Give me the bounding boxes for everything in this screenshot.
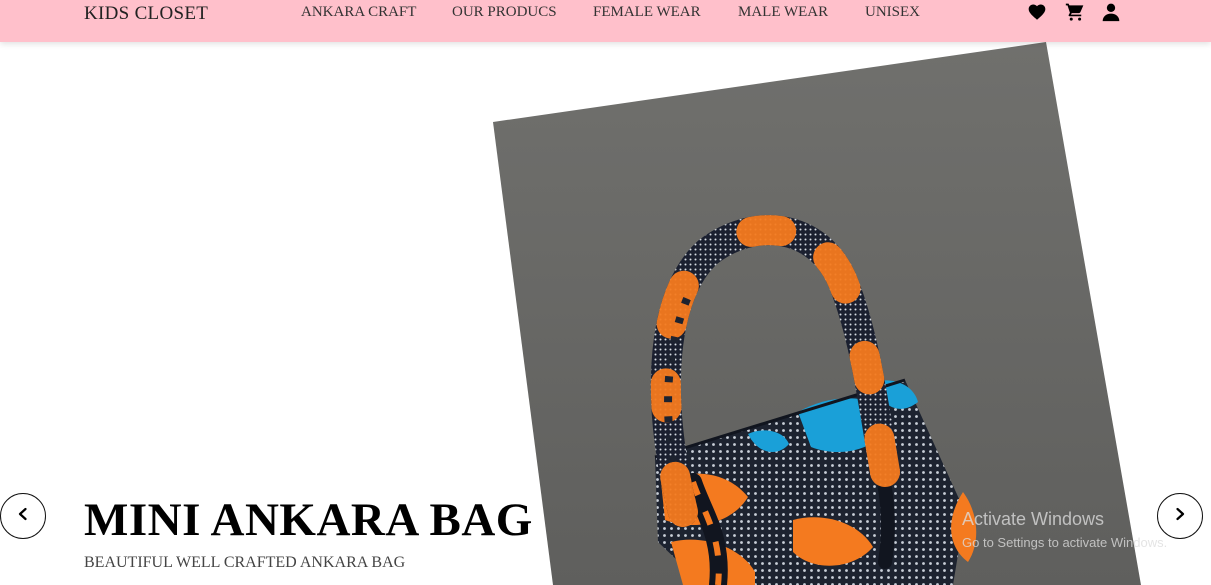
hero-image	[493, 42, 1141, 585]
activate-windows-hint: Go to Settings to activate Windows.	[962, 535, 1168, 550]
user-icon[interactable]	[1100, 2, 1122, 22]
nav-link-unisex[interactable]: UNISEX	[865, 4, 920, 21]
chevron-left-icon	[16, 507, 30, 526]
nav-link-ankara-craft[interactable]: ANKARA CRAFT	[301, 4, 416, 21]
brand-logo[interactable]: KIDS CLOSET	[84, 3, 208, 25]
heart-icon[interactable]	[1026, 2, 1048, 22]
nav-link-male-wear[interactable]: MALE WEAR	[738, 4, 828, 21]
activate-windows-watermark: Activate Windows	[962, 509, 1105, 529]
carousel-next-button[interactable]	[1157, 493, 1203, 539]
hero-title: MINI ANKARA BAG	[84, 494, 533, 546]
nav-link-our-products[interactable]: OUR PRODUCS	[452, 4, 557, 21]
carousel-prev-button[interactable]	[0, 493, 46, 539]
chevron-right-icon	[1173, 507, 1187, 526]
navbar: KIDS CLOSET ANKARA CRAFT OUR PRODUCS FEM…	[0, 0, 1211, 42]
nav-link-female-wear[interactable]: FEMALE WEAR	[593, 4, 701, 21]
cart-icon[interactable]	[1064, 2, 1086, 22]
hero-subtitle: BEAUTIFUL WELL CRAFTED ANKARA BAG	[84, 554, 406, 571]
